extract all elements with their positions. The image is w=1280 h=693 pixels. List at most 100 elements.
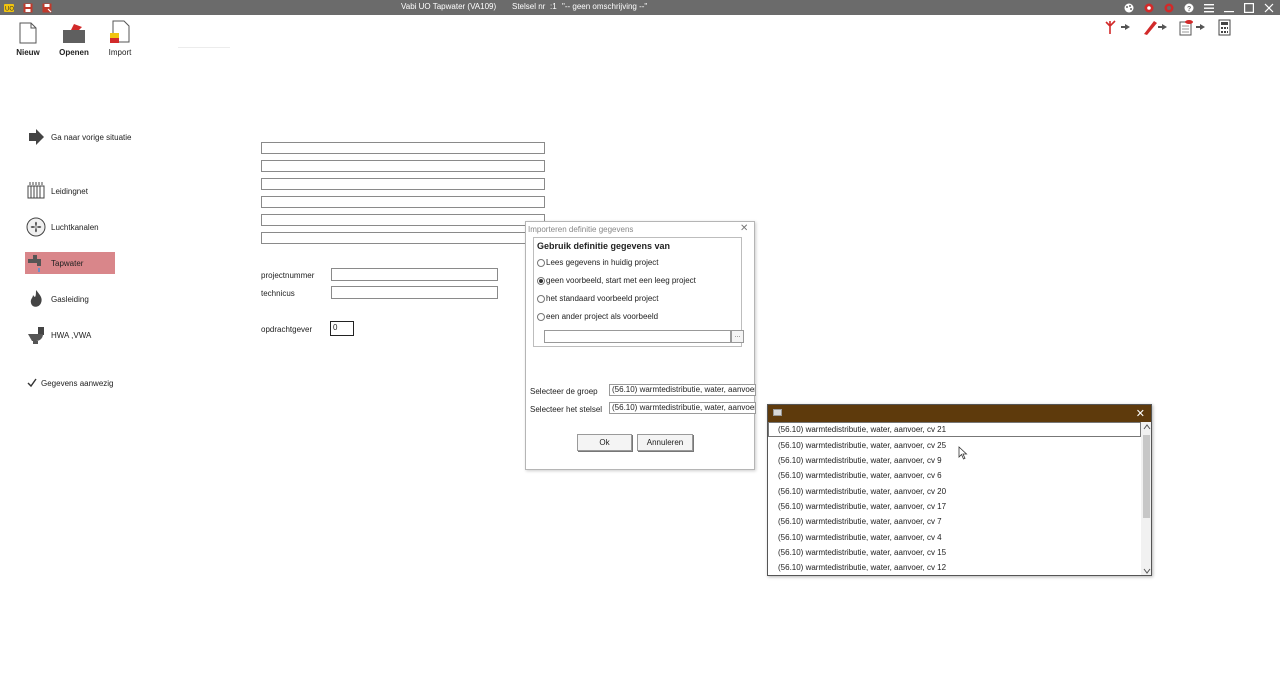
calculator-icon xyxy=(1218,19,1231,36)
stelsel-dropdown-list: ✕ (56.10) warmtedistributie, water, aanv… xyxy=(767,404,1152,576)
open-button[interactable]: Openen xyxy=(54,20,94,60)
stelsel-value: :1 xyxy=(550,2,557,11)
radio-dot xyxy=(537,313,545,321)
opdrachtgever-label: opdrachtgever xyxy=(261,325,313,334)
text-field-4[interactable] xyxy=(261,196,545,208)
data-present-status: Gegevens aanwezig xyxy=(25,377,135,389)
close-icon[interactable] xyxy=(1263,2,1274,13)
radio-label: het standaard voorbeeld project xyxy=(546,294,659,303)
ribbon-divider xyxy=(178,47,230,48)
save-as-icon[interactable] xyxy=(41,2,52,13)
text-field-1[interactable] xyxy=(261,142,545,154)
save-icon[interactable] xyxy=(22,2,33,13)
nav-label-hwa-vwa: HWA ,VWA xyxy=(51,331,92,340)
arrow-right-icon xyxy=(26,127,46,147)
select-stelsel-label: Selecteer het stelsel xyxy=(530,405,603,414)
import-button-label: Import xyxy=(108,48,132,57)
list-item[interactable]: (56.10) warmtedistributie, water, aanvoe… xyxy=(778,456,942,465)
projectnummer-field[interactable] xyxy=(331,268,498,281)
scrollbar-thumb[interactable] xyxy=(1143,435,1150,518)
radio-dot-selected xyxy=(537,277,545,285)
nav-item-hwa-vwa[interactable]: HWA ,VWA xyxy=(25,324,115,346)
scheme-tool-button[interactable] xyxy=(1105,18,1135,36)
report-tool-button[interactable] xyxy=(1178,18,1210,36)
radio-label: Lees gegevens in huidig project xyxy=(546,258,659,267)
open-folder-icon xyxy=(63,24,85,43)
list-item[interactable]: (56.10) warmtedistributie, water, aanvoe… xyxy=(778,425,946,434)
list-item[interactable]: (56.10) warmtedistributie, water, aanvoe… xyxy=(778,563,946,572)
list-item[interactable]: (56.10) warmtedistributie, water, aanvoe… xyxy=(778,517,942,526)
nav-item-gasleiding[interactable]: Gasleiding xyxy=(25,288,115,310)
checkmark-icon xyxy=(27,378,37,388)
mouse-cursor-icon xyxy=(958,446,968,460)
stelsel-description: "-- geen omschrijving --" xyxy=(562,2,648,11)
import-icon xyxy=(110,20,130,43)
project-path-input[interactable] xyxy=(544,330,731,343)
nav-item-leidingnet[interactable]: Leidingnet xyxy=(25,180,115,202)
data-present-label: Gegevens aanwezig xyxy=(41,379,114,388)
text-field-2[interactable] xyxy=(261,160,545,172)
radio-standard-example[interactable]: het standaard voorbeeld project xyxy=(537,294,737,304)
new-document-icon xyxy=(19,22,37,44)
technicus-label: technicus xyxy=(261,289,295,298)
radio-label: geen voorbeeld, start met een leeg proje… xyxy=(546,276,696,285)
nav-item-tapwater[interactable]: Tapwater xyxy=(25,252,115,274)
scroll-up-icon[interactable] xyxy=(1143,424,1151,430)
text-field-3[interactable] xyxy=(261,178,545,190)
nav-label-leidingnet: Leidingnet xyxy=(51,187,88,196)
nav-label-tapwater: Tapwater xyxy=(51,259,84,268)
cancel-button[interactable]: Annuleren xyxy=(637,434,693,451)
gear-icon[interactable] xyxy=(1163,2,1174,13)
fan-icon xyxy=(26,217,46,237)
calculator-button[interactable] xyxy=(1218,19,1232,36)
title-bar: UO Vabi UO Tapwater (VA109) Stelsel nr :… xyxy=(0,0,1280,15)
radio-current-project[interactable]: Lees gegevens in huidig project xyxy=(537,258,737,268)
dropdown-close-icon[interactable]: ✕ xyxy=(1136,407,1145,420)
radio-dot xyxy=(537,259,545,267)
text-field-5[interactable] xyxy=(261,214,545,226)
back-to-previous-button[interactable]: Ga naar vorige situatie xyxy=(25,126,132,148)
scroll-down-icon[interactable] xyxy=(1143,568,1151,574)
flame-icon xyxy=(26,289,46,309)
list-item[interactable]: (56.10) warmtedistributie, water, aanvoe… xyxy=(778,441,946,450)
pipe-branch-icon xyxy=(1105,20,1130,34)
svg-text:UO: UO xyxy=(5,6,14,12)
report-icon xyxy=(1179,20,1205,36)
menu-icon[interactable] xyxy=(1203,2,1214,13)
open-button-label: Openen xyxy=(59,48,89,57)
palette-icon[interactable] xyxy=(1123,2,1134,13)
draw-tool-button[interactable] xyxy=(1142,18,1172,36)
technicus-field[interactable] xyxy=(331,286,498,299)
new-button[interactable]: Nieuw xyxy=(8,20,48,60)
dropdown-header: ✕ xyxy=(768,405,1151,422)
radio-empty-project[interactable]: geen voorbeeld, start met een leeg proje… xyxy=(537,276,737,286)
window-title: Vabi UO Tapwater (VA109) xyxy=(401,2,497,11)
minimize-icon[interactable] xyxy=(1223,2,1234,13)
list-item[interactable]: (56.10) warmtedistributie, water, aanvoe… xyxy=(778,502,946,511)
list-item[interactable]: (56.10) warmtedistributie, water, aanvoe… xyxy=(778,548,946,557)
browse-button[interactable]: ... xyxy=(731,330,744,343)
opdrachtgever-field[interactable]: 0 xyxy=(330,321,354,336)
help-icon[interactable]: ? xyxy=(1183,2,1194,13)
import-dialog: Importeren definitie gegevens ✕ Gebruik … xyxy=(525,221,756,470)
dialog-close-icon[interactable]: ✕ xyxy=(740,223,748,234)
ok-button[interactable]: Ok xyxy=(577,434,632,451)
list-item[interactable]: (56.10) warmtedistributie, water, aanvoe… xyxy=(778,533,942,542)
new-button-label: Nieuw xyxy=(16,48,40,57)
maximize-icon[interactable] xyxy=(1243,2,1254,13)
radio-label: een ander project als voorbeeld xyxy=(546,312,659,321)
settings-red-icon[interactable] xyxy=(1143,2,1154,13)
list-item[interactable]: (56.10) warmtedistributie, water, aanvoe… xyxy=(778,487,946,496)
back-label: Ga naar vorige situatie xyxy=(51,133,132,142)
select-stelsel-combo[interactable]: (56.10) warmtedistributie, water, aanvoe… xyxy=(609,402,756,414)
text-field-6[interactable] xyxy=(261,232,545,244)
select-group-combo[interactable]: (56.10) warmtedistributie, water, aanvoe… xyxy=(609,384,756,396)
toilet-icon xyxy=(26,325,46,345)
radio-dot xyxy=(537,295,545,303)
radio-other-project[interactable]: een ander project als voorbeeld xyxy=(537,312,737,322)
import-button[interactable]: Import xyxy=(100,20,140,60)
projectnummer-label: projectnummer xyxy=(261,271,315,280)
nav-item-luchtkanalen[interactable]: Luchtkanalen xyxy=(25,216,115,238)
list-item[interactable]: (56.10) warmtedistributie, water, aanvoe… xyxy=(778,471,942,480)
stelsel-label: Stelsel nr xyxy=(512,2,546,11)
